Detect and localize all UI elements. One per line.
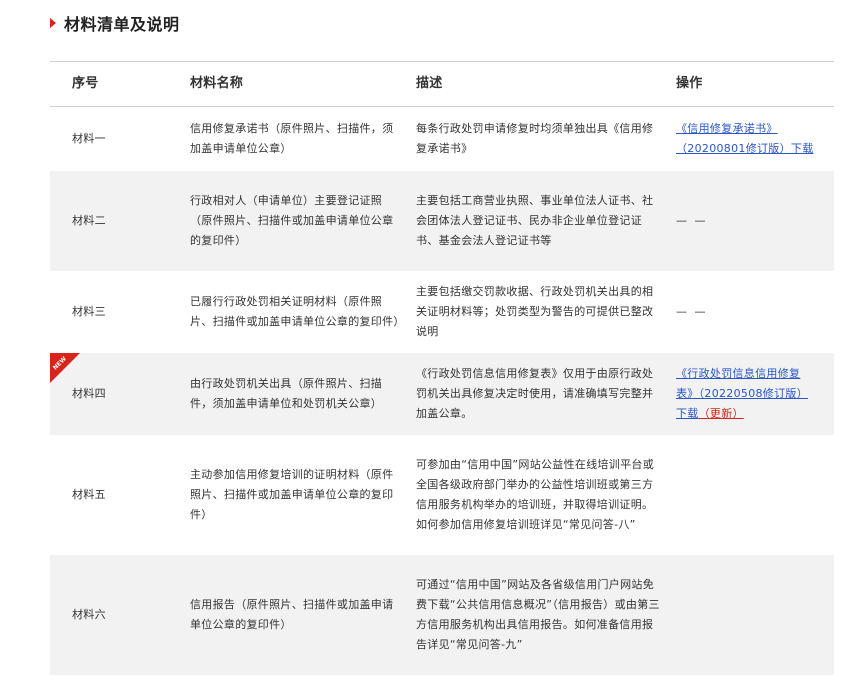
triangle-marker-icon <box>50 18 56 28</box>
row-no: 材料一 <box>72 132 106 145</box>
download-commitment-link[interactable]: 《信用修复承诺书》（20200801修订版）下载 <box>676 119 816 159</box>
row-name: 主动参加信用修复培训的证明材料（原件照片、扫描件或加盖申请单位公章的复印件） <box>190 468 394 521</box>
row-desc: 每条行政处罚申请修复时均须单独出具《信用修复承诺书》 <box>416 122 654 155</box>
row-action: — — <box>676 171 834 271</box>
row-action: — — <box>676 271 834 353</box>
row-no: 材料二 <box>72 214 106 227</box>
row-name: 由行政处罚机关出具（原件照片、扫描件，须加盖申请单位和处罚机关公章） <box>190 377 383 410</box>
header-name: 材料名称 <box>190 76 244 91</box>
table-row: 材料二 行政相对人（申请单位）主要登记证照（原件照片、扫描件或加盖申请单位公章的… <box>50 171 834 271</box>
row-desc: 主要包括缴交罚款收据、行政处罚机关出具的相关证明材料等；处罚类型为警告的可提供已… <box>416 285 654 338</box>
table-row: 材料一 信用修复承诺书（原件照片、扫描件，须加盖申请单位公章） 每条行政处罚申请… <box>50 107 834 171</box>
row-name: 信用修复承诺书（原件照片、扫描件，须加盖申请单位公章） <box>190 122 394 155</box>
row-action <box>676 555 834 675</box>
table-header: 序号 材料名称 描述 操作 <box>50 62 834 107</box>
row-no: 材料六 <box>72 608 106 621</box>
row-name: 已履行行政处罚相关证明材料（原件照片、扫描件或加盖申请单位公章的复印件） <box>190 295 405 328</box>
row-desc: 可通过“信用中国”网站及各省级信用门户网站免费下载“公共信用信息概况”（信用报告… <box>416 578 660 651</box>
table-row: 材料六 信用报告（原件照片、扫描件或加盖申请单位公章的复印件） 可通过“信用中国… <box>50 555 834 675</box>
table-row: NEW 材料四 由行政处罚机关出具（原件照片、扫描件，须加盖申请单位和处罚机关公… <box>50 353 834 435</box>
row-desc: 《行政处罚信息信用修复表》仅用于由原行政处罚机关出具修复决定时使用，请准确填写完… <box>416 367 654 420</box>
section-title-text: 材料清单及说明 <box>64 15 180 34</box>
row-desc: 主要包括工商营业执照、事业单位法人证书、社会团体法人登记证书、民办非企业单位登记… <box>416 194 654 247</box>
row-no: 材料三 <box>72 305 106 318</box>
new-badge: NEW <box>50 353 80 383</box>
row-name: 行政相对人（申请单位）主要登记证照（原件照片、扫描件或加盖申请单位公章的复印件） <box>190 194 394 247</box>
header-desc: 描述 <box>416 76 443 91</box>
update-tag[interactable]: （更新） <box>699 407 744 420</box>
materials-table: 序号 材料名称 描述 操作 材料一 信用修复承诺书（原件照片、扫描件，须加盖申请… <box>50 61 834 675</box>
row-action <box>676 435 834 555</box>
section-title: 材料清单及说明 <box>50 10 180 36</box>
row-action: 《信用修复承诺书》（20200801修订版）下载 <box>676 107 834 171</box>
header-no: 序号 <box>72 76 99 91</box>
row-name: 信用报告（原件照片、扫描件或加盖申请单位公章的复印件） <box>190 598 394 631</box>
no-action-text: — — <box>676 214 708 227</box>
table-row: 材料五 主动参加信用修复培训的证明材料（原件照片、扫描件或加盖申请单位公章的复印… <box>50 435 834 555</box>
row-action: 《行政处罚信息信用修复表》（20220508修订版）下载（更新） <box>676 353 834 435</box>
header-action: 操作 <box>676 76 703 91</box>
row-desc: 可参加由“信用中国”网站公益性在线培训平台或全国各级政府部门举办的公益性培训班或… <box>416 458 654 531</box>
row-no: 材料五 <box>72 488 106 501</box>
table-row: 材料三 已履行行政处罚相关证明材料（原件照片、扫描件或加盖申请单位公章的复印件）… <box>50 271 834 353</box>
no-action-text: — — <box>676 305 708 318</box>
